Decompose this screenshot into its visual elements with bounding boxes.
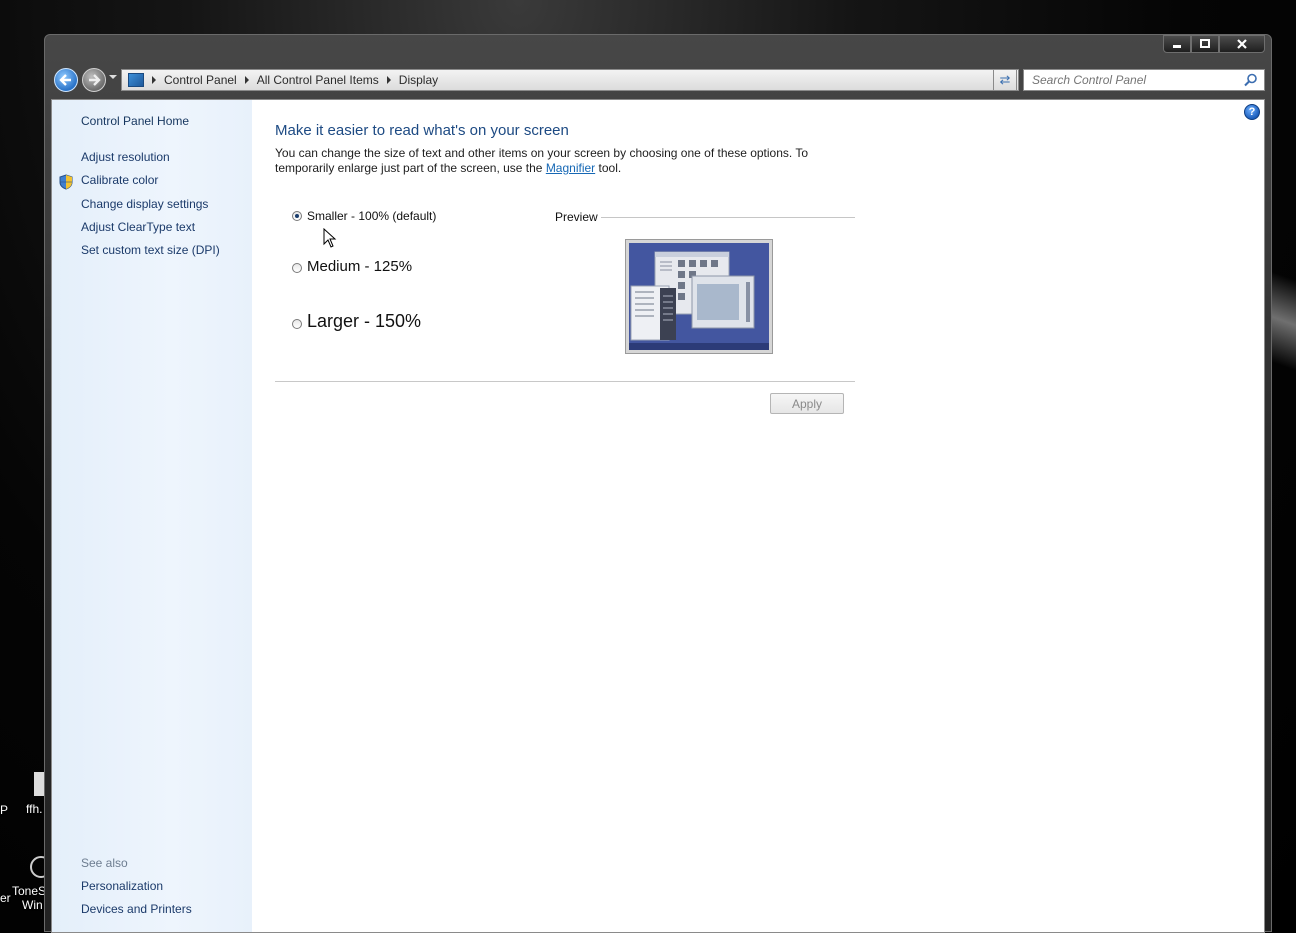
description-text-end: tool. [595, 161, 622, 175]
control-panel-window: Control Panel All Control Panel Items Di… [44, 34, 1272, 933]
section-divider [275, 381, 855, 382]
sidebar-item-adjust-resolution[interactable]: Adjust resolution [81, 150, 170, 164]
sidebar-item-custom-dpi[interactable]: Set custom text size (DPI) [81, 243, 220, 257]
breadcrumb: Control Panel All Control Panel Items Di… [150, 73, 438, 87]
radio-smaller[interactable] [292, 211, 302, 221]
sidebar-control-panel-home[interactable]: Control Panel Home [81, 114, 189, 128]
description-text: You can change the size of text and othe… [275, 146, 809, 175]
control-panel-icon [128, 73, 144, 87]
refresh-button[interactable]: ⇄ [993, 69, 1017, 91]
apply-button[interactable]: Apply [770, 393, 844, 414]
close-icon[interactable] [1219, 35, 1265, 53]
preview-group-line [601, 217, 855, 218]
content-area: Control Panel Home Adjust resolution Cal… [51, 99, 1265, 933]
radio-larger[interactable] [292, 318, 302, 329]
option-label: Smaller - 100% (default) [307, 209, 437, 223]
magnifier-link[interactable]: Magnifier [546, 161, 595, 175]
option-smaller[interactable]: Smaller - 100% (default) [292, 209, 436, 223]
preview-image [625, 239, 773, 354]
back-button[interactable] [54, 68, 78, 92]
radio-medium[interactable] [292, 263, 302, 273]
desktop-icon-label-partial: er [0, 891, 11, 905]
sidebar-item-devices-printers[interactable]: Devices and Printers [81, 902, 192, 916]
sidebar-item-adjust-cleartype[interactable]: Adjust ClearType text [81, 220, 195, 234]
refresh-icon: ⇄ [999, 72, 1011, 87]
search-box[interactable] [1023, 69, 1265, 91]
navigation-bar: Control Panel All Control Panel Items Di… [51, 67, 1265, 93]
breadcrumb-separator-icon[interactable] [386, 76, 391, 84]
minimize-icon[interactable] [1163, 35, 1191, 53]
search-icon[interactable] [1244, 73, 1258, 87]
mouse-cursor-icon [323, 228, 337, 248]
help-icon[interactable]: ? [1244, 104, 1260, 120]
option-larger[interactable]: Larger - 150% [292, 311, 421, 332]
desktop-icon-label: ffh. [26, 802, 43, 816]
sidebar-item-change-display-settings[interactable]: Change display settings [81, 197, 208, 211]
desktop-icon-ffh[interactable]: ffh. [26, 772, 46, 816]
breadcrumb-all-items[interactable]: All Control Panel Items [257, 73, 379, 87]
breadcrumb-separator-icon[interactable] [244, 76, 249, 84]
address-bar[interactable]: Control Panel All Control Panel Items Di… [121, 69, 1019, 91]
breadcrumb-display[interactable]: Display [399, 73, 438, 87]
caption-buttons [1163, 35, 1265, 53]
maximize-icon[interactable] [1191, 35, 1219, 53]
back-arrow-icon [59, 74, 71, 86]
option-label: Larger - 150% [307, 311, 422, 331]
sidebar-item-calibrate-color[interactable]: Calibrate color [81, 173, 158, 187]
option-medium[interactable]: Medium - 125% [292, 258, 412, 275]
preview-label: Preview [555, 210, 598, 224]
task-sidebar: Control Panel Home Adjust resolution Cal… [52, 100, 252, 932]
sidebar-item-personalization[interactable]: Personalization [81, 879, 163, 893]
uac-shield-icon [59, 174, 73, 190]
desktop-preview-graphic [629, 243, 769, 350]
breadcrumb-separator-icon[interactable] [152, 76, 156, 84]
search-input[interactable] [1024, 70, 1250, 90]
desktop-icon-label: ToneS [12, 884, 47, 898]
desktop-icon-label-partial: P [0, 803, 9, 817]
see-also-heading: See also [81, 856, 128, 870]
page-title: Make it easier to read what's on your sc… [275, 122, 569, 139]
desktop-icon-label: Win [22, 898, 43, 912]
forward-button[interactable] [82, 68, 106, 92]
page-description: You can change the size of text and othe… [275, 146, 835, 176]
recent-pages-dropdown-icon[interactable] [109, 75, 117, 79]
option-label: Medium - 125% [307, 258, 413, 275]
forward-arrow-icon [89, 74, 101, 86]
breadcrumb-control-panel[interactable]: Control Panel [164, 73, 237, 87]
